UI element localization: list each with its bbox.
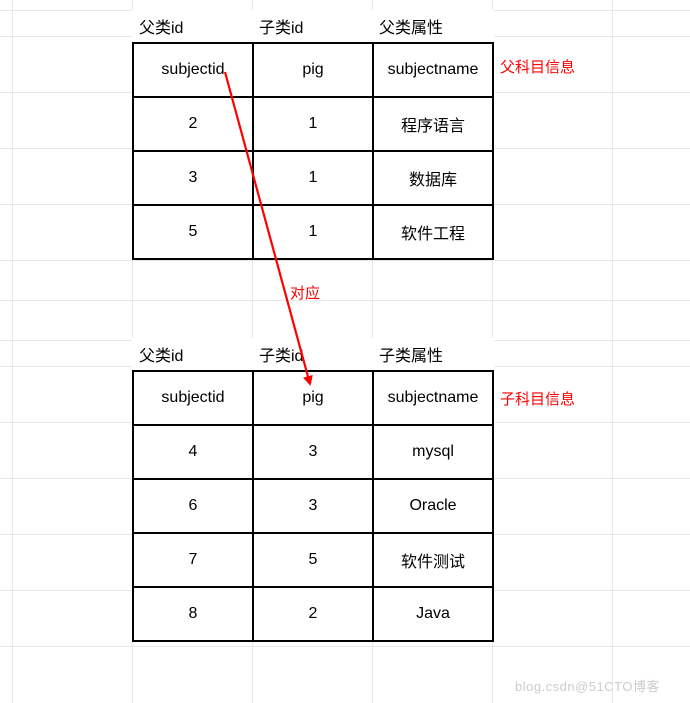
table-row: 2 1 程序语言 [133, 97, 493, 151]
child-table: 父类id 子类id 子类属性 subjectid pig subjectname… [132, 338, 494, 642]
table-row: 7 5 软件测试 [133, 533, 493, 587]
cell: 1 [253, 97, 373, 151]
cell: 8 [133, 587, 253, 641]
cell: 3 [253, 479, 373, 533]
cell: 软件工程 [373, 205, 493, 259]
cell: subjectname [373, 43, 493, 97]
child-header-col3: 子类属性 [373, 338, 493, 371]
cell: 软件测试 [373, 533, 493, 587]
table-row: 5 1 软件工程 [133, 205, 493, 259]
table-row: subjectid pig subjectname [133, 43, 493, 97]
parent-header-col3: 父类属性 [373, 10, 493, 43]
cell: 2 [253, 587, 373, 641]
cell: pig [253, 43, 373, 97]
table-row: 6 3 Oracle [133, 479, 493, 533]
parent-header-col1: 父类id [133, 10, 253, 43]
cell: 程序语言 [373, 97, 493, 151]
cell: 2 [133, 97, 253, 151]
child-header-col1: 父类id [133, 338, 253, 371]
cell: subjectid [133, 371, 253, 425]
cell: 4 [133, 425, 253, 479]
watermark: blog.csdn@51CTO博客 [515, 676, 660, 695]
cell: 6 [133, 479, 253, 533]
cell: 5 [253, 533, 373, 587]
cell: 1 [253, 205, 373, 259]
table-row: 8 2 Java [133, 587, 493, 641]
child-header-col2: 子类id [253, 338, 373, 371]
parent-header-col2: 子类id [253, 10, 373, 43]
cell: 5 [133, 205, 253, 259]
cell: mysql [373, 425, 493, 479]
cell: subjectname [373, 371, 493, 425]
table-row: subjectid pig subjectname [133, 371, 493, 425]
cell: subjectid [133, 43, 253, 97]
cell: 3 [133, 151, 253, 205]
cell: 数据库 [373, 151, 493, 205]
cell: 7 [133, 533, 253, 587]
cell: Oracle [373, 479, 493, 533]
cell: 1 [253, 151, 373, 205]
cell: 3 [253, 425, 373, 479]
table-row: 3 1 数据库 [133, 151, 493, 205]
cell: Java [373, 587, 493, 641]
parent-table: 父类id 子类id 父类属性 subjectid pig subjectname… [132, 10, 494, 260]
cell: pig [253, 371, 373, 425]
table-row: 4 3 mysql [133, 425, 493, 479]
